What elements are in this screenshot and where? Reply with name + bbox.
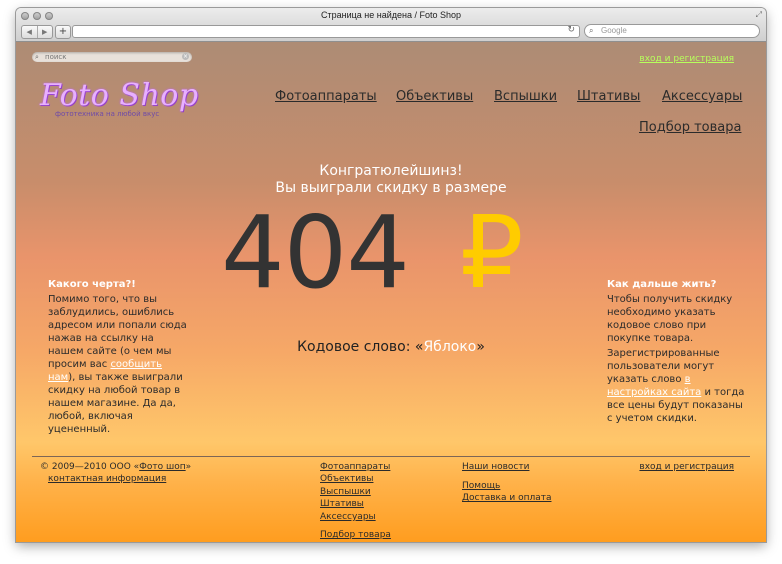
- ruble-sign: ₽: [460, 194, 524, 311]
- footer-cameras[interactable]: Фотоаппараты: [320, 462, 390, 472]
- logo-text: Foto Shop: [40, 78, 199, 113]
- footer-flashes[interactable]: Выспышки: [320, 487, 371, 497]
- what-next-title: Как дальше жить?: [607, 279, 717, 290]
- what-next-panel: Как дальше жить? Чтобы получить скидку н…: [607, 278, 747, 425]
- footer-tripods[interactable]: Штативы: [320, 499, 364, 509]
- contacts-link[interactable]: контактная информация: [48, 474, 166, 484]
- why-panel: Какого черта?! Помимо того, что вы заблу…: [48, 278, 188, 436]
- company-link[interactable]: Фото шоп: [139, 462, 186, 472]
- footer-divider: [32, 456, 750, 457]
- why-text-2: ), вы также выиграли скидку на любой тов…: [48, 372, 183, 435]
- footer-delivery[interactable]: Доставка и оплата: [462, 493, 552, 503]
- why-title: Какого черта?!: [48, 279, 136, 290]
- copyright-prefix: © 2009—2010 ООО «: [40, 462, 140, 472]
- nav-flashes[interactable]: Вспышки: [494, 89, 557, 104]
- nav-cameras[interactable]: Фотоаппараты: [275, 89, 377, 104]
- codeword-label: Кодовое слово: «: [297, 339, 424, 355]
- footer-login[interactable]: вход и регистрация: [639, 462, 734, 472]
- footer-product-selection[interactable]: Подбор товара: [320, 530, 391, 540]
- fullscreen-icon[interactable]: ⤢: [756, 10, 762, 20]
- site-logo[interactable]: Foto Shop фототехника на любой вкус: [40, 78, 199, 118]
- what-next-text-2: Зарегистрированные пользователи могут ук…: [607, 347, 747, 425]
- nav-product-selection[interactable]: Подбор товара: [639, 120, 741, 135]
- address-bar[interactable]: ↻: [72, 25, 580, 38]
- nav-tripods[interactable]: Штативы: [577, 89, 640, 104]
- reload-icon[interactable]: ↻: [567, 25, 575, 35]
- copyright-suffix: »: [185, 462, 192, 472]
- clear-search-icon[interactable]: ×: [182, 53, 189, 60]
- promo-line-1: Конгратюлейшинз!: [319, 163, 463, 179]
- copyright: © 2009—2010 ООО «Фото шоп»: [40, 462, 191, 472]
- add-bookmark-button[interactable]: +: [55, 25, 71, 39]
- discount-amount: 404: [221, 194, 410, 311]
- back-arrow-icon[interactable]: ◀: [22, 26, 38, 38]
- logo-tagline: фототехника на любой вкус: [55, 110, 160, 118]
- what-next-text-2a: Зарегистрированные пользователи могут ук…: [607, 348, 720, 385]
- browser-search-placeholder: Google: [601, 26, 627, 35]
- browser-toolbar: Страница не найдена / Foto Shop ⤢ ◀ ▶ + …: [16, 8, 766, 42]
- search-icon: ⌕: [589, 26, 594, 35]
- footer-lenses[interactable]: Объективы: [320, 474, 373, 484]
- why-text: Помимо того, что вы заблудились, ошиблис…: [48, 293, 188, 436]
- history-buttons: ◀ ▶: [21, 25, 53, 39]
- codeword-value: Яблоко: [423, 339, 477, 355]
- page-content: ⌕ × вход и регистрация Foto Shop фототех…: [16, 42, 766, 542]
- nav-lenses[interactable]: Объективы: [396, 89, 473, 104]
- forward-arrow-icon[interactable]: ▶: [38, 26, 53, 38]
- what-next-text-1: Чтобы получить скидку необходимо указать…: [607, 294, 733, 344]
- browser-search-field[interactable]: ⌕ Google: [584, 24, 760, 38]
- window-title: Страница не найдена / Foto Shop: [320, 10, 462, 20]
- browser-window: Страница не найдена / Foto Shop ⤢ ◀ ▶ + …: [16, 8, 766, 542]
- login-register-link[interactable]: вход и регистрация: [639, 54, 734, 64]
- footer-news[interactable]: Наши новости: [462, 462, 529, 472]
- codeword-close: »: [476, 339, 485, 355]
- search-icon: ⌕: [35, 53, 39, 61]
- nav-accessories[interactable]: Аксессуары: [662, 89, 742, 104]
- footer-accessories[interactable]: Аксессуары: [320, 512, 376, 522]
- site-search-input[interactable]: [45, 52, 175, 62]
- footer-help[interactable]: Помощь: [462, 481, 500, 491]
- site-search[interactable]: ⌕ ×: [32, 52, 192, 62]
